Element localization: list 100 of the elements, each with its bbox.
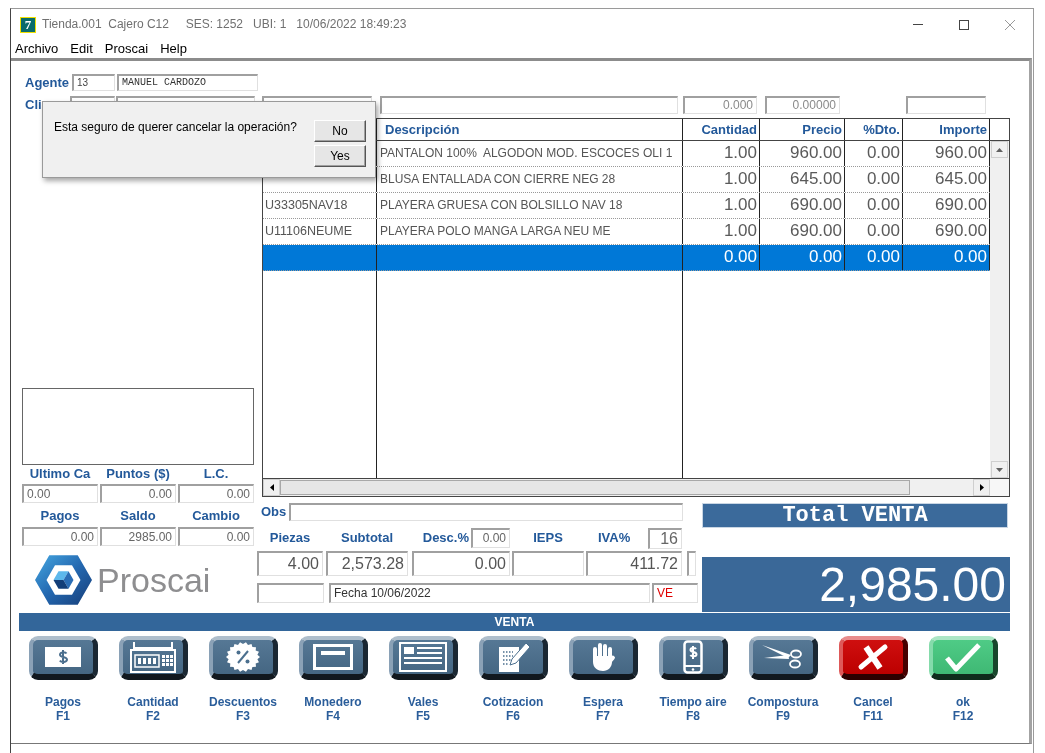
action-key-button[interactable] bbox=[388, 636, 458, 680]
hexagon-logo-icon bbox=[35, 555, 92, 605]
field-label: Ultimo Ca bbox=[28, 466, 92, 482]
input-field[interactable]: 0.00 bbox=[178, 527, 254, 546]
input-field[interactable]: 0.000 bbox=[683, 96, 757, 114]
banknote-icon bbox=[44, 647, 81, 667]
action-label: Cancel bbox=[853, 695, 893, 709]
maximize-icon bbox=[959, 19, 969, 30]
table-cell: 0.00 bbox=[845, 167, 903, 192]
input-field[interactable]: VE bbox=[652, 583, 698, 603]
input-field[interactable] bbox=[289, 503, 683, 521]
table-cell: 1.00 bbox=[683, 219, 760, 244]
table-cell: 1.00 bbox=[683, 141, 760, 166]
action-label: Compostura bbox=[747, 695, 819, 709]
input-field[interactable]: 0.00 bbox=[412, 551, 510, 576]
input-field[interactable]: Fecha 10/06/2022 bbox=[329, 583, 650, 603]
field-label: Desc.% bbox=[422, 530, 469, 546]
input-field[interactable] bbox=[687, 551, 696, 576]
table-cell: 960.00 bbox=[760, 141, 845, 166]
percent-starburst-icon bbox=[225, 642, 260, 672]
table-cell: PLAYERA POLO MANGA LARGA NEU ME bbox=[377, 219, 683, 244]
action-key-button[interactable] bbox=[748, 636, 818, 680]
input-field[interactable]: 16 bbox=[648, 527, 682, 549]
table-cell: BLUSA ENTALLADA CON CIERRE NEG 28 bbox=[377, 167, 683, 192]
field-label: Subtotal bbox=[341, 530, 393, 546]
action-label: Espera bbox=[583, 695, 623, 709]
window-title: Tienda.001 Cajero C12 SES: 1252 UBI: 1 10/06/2022 18:49:23 bbox=[42, 17, 407, 32]
vertical-scrollbar[interactable] bbox=[990, 141, 1009, 478]
table-cell: PLAYERA GRUESA CON BOLSILLO NAV 18 bbox=[377, 193, 683, 218]
scroll-left-button[interactable] bbox=[263, 479, 280, 496]
check-icon bbox=[943, 642, 982, 672]
action-key-button[interactable] bbox=[298, 636, 368, 680]
action-label: Cotizacion bbox=[482, 695, 544, 709]
table-cell: PANTALON 100% ALGODON MOD. ESCOCES OLI 1 bbox=[377, 141, 683, 166]
action-key-button[interactable] bbox=[928, 636, 998, 680]
table-cell: 0.00 bbox=[760, 245, 845, 270]
input-field[interactable]: 0.00 bbox=[471, 528, 510, 548]
input-field[interactable] bbox=[512, 551, 584, 576]
field-label: Saldo bbox=[119, 508, 157, 524]
column-header: Cantidad bbox=[683, 119, 760, 140]
table-cell: 645.00 bbox=[760, 167, 845, 192]
menu-item[interactable]: Proscai bbox=[104, 41, 149, 57]
action-key-button[interactable] bbox=[838, 636, 908, 680]
action-label: ok bbox=[956, 695, 970, 709]
input-field[interactable] bbox=[906, 96, 986, 114]
action-key-button[interactable] bbox=[28, 636, 98, 680]
menu-item[interactable]: Archivo bbox=[15, 41, 59, 57]
shortcut-label: F12 bbox=[952, 709, 974, 723]
table-row[interactable]: U33305NAV18 PLAYERA GRUESA CON BOLSILLO NAV 18 1.00 690.00 0.00 690.00 bbox=[263, 193, 990, 219]
action-key-button[interactable] bbox=[658, 636, 728, 680]
action-key-button[interactable] bbox=[478, 636, 548, 680]
shortcut-label: F5 bbox=[416, 709, 430, 723]
input-field[interactable] bbox=[257, 583, 324, 603]
field-label: Piezas bbox=[269, 530, 311, 546]
scroll-down-button[interactable] bbox=[991, 461, 1008, 478]
total-amount-display: 2,985.00 bbox=[702, 557, 1010, 612]
shortcut-label: F3 bbox=[236, 709, 250, 723]
scroll-thumb[interactable] bbox=[280, 480, 910, 495]
action-key-button[interactable] bbox=[208, 636, 278, 680]
input-field[interactable]: 13 bbox=[72, 74, 115, 91]
input-field[interactable]: 411.72 bbox=[586, 551, 682, 576]
action-key-button[interactable] bbox=[118, 636, 188, 680]
up-arrow-icon bbox=[996, 147, 1003, 152]
action-label: Descuentos bbox=[209, 695, 277, 709]
input-field[interactable]: 0.00 bbox=[22, 484, 98, 503]
shortcut-label: F1 bbox=[56, 709, 70, 723]
input-field[interactable]: 2985.00 bbox=[100, 527, 176, 546]
left-arrow-icon bbox=[269, 484, 274, 491]
column-header: Descripción bbox=[377, 119, 683, 140]
field-label: L.C. bbox=[202, 466, 230, 482]
field-label: IVA% bbox=[598, 530, 631, 546]
phone-dollar-icon bbox=[682, 640, 703, 674]
logo-text: Proscai bbox=[97, 563, 211, 597]
field-label: Puntos ($) bbox=[105, 466, 171, 482]
close-icon bbox=[1005, 19, 1015, 30]
input-field[interactable]: MANUEL CARDOZO bbox=[117, 74, 258, 91]
dialog-button[interactable]: No bbox=[314, 120, 366, 142]
input-field[interactable]: 0.00000 bbox=[765, 96, 840, 114]
scroll-right-button[interactable] bbox=[973, 479, 990, 496]
input-field[interactable]: 4.00 bbox=[257, 551, 323, 576]
menu-item[interactable]: Edit bbox=[70, 41, 93, 57]
table-cell: 1.00 bbox=[683, 193, 760, 218]
input-field[interactable]: 0.00 bbox=[178, 484, 254, 503]
scroll-up-button[interactable] bbox=[991, 141, 1008, 158]
table-row[interactable]: 0.00 0.00 0.00 0.00 bbox=[263, 245, 990, 271]
form-lines-icon bbox=[398, 642, 447, 672]
input-field[interactable] bbox=[380, 96, 678, 114]
dialog-button[interactable]: Yes bbox=[314, 145, 366, 167]
total-heading: Total VENTA bbox=[702, 503, 1008, 528]
input-field[interactable]: 0.00 bbox=[100, 484, 176, 503]
action-key-button[interactable] bbox=[568, 636, 638, 680]
input-field[interactable]: 2,573.28 bbox=[326, 551, 408, 576]
horizontal-scrollbar[interactable] bbox=[263, 478, 1009, 496]
right-arrow-icon bbox=[979, 484, 984, 491]
app-icon: 7 bbox=[20, 16, 36, 33]
menu-item[interactable]: Help bbox=[160, 41, 187, 57]
action-label: Monedero bbox=[304, 695, 362, 709]
shortcut-label: F2 bbox=[146, 709, 160, 723]
table-cell: U11106NEUME bbox=[263, 219, 377, 244]
input-field[interactable]: 0.00 bbox=[22, 527, 98, 546]
